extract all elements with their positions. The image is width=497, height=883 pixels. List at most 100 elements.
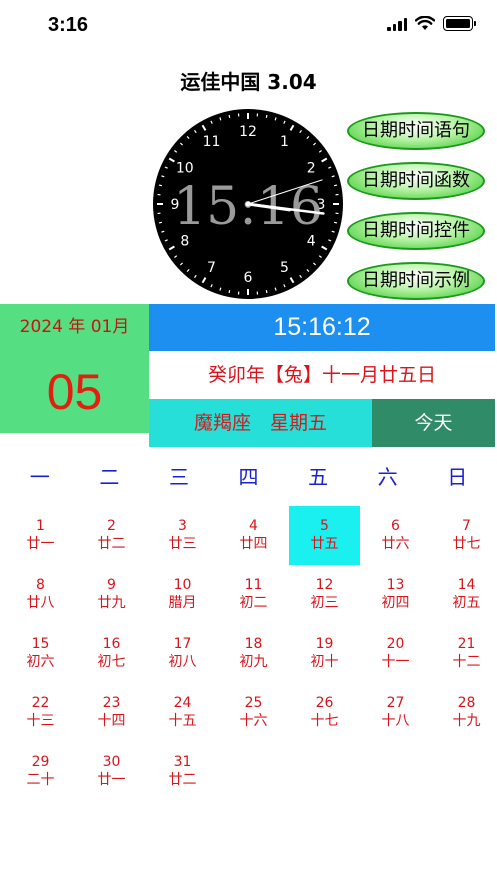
calendar-day[interactable]: 7 廿七 — [431, 506, 497, 565]
clock-center — [245, 201, 251, 207]
day-number-label: 5 — [320, 518, 329, 534]
lunar-day-label: 十八 — [381, 713, 410, 729]
calendar-day[interactable]: 4 廿四 — [218, 506, 289, 565]
day-number-label: 4 — [249, 518, 258, 534]
clock-numeral: 2 — [307, 161, 316, 177]
lunar-day-label: 廿二 — [97, 536, 126, 552]
clock-digital-time: 15:16 — [173, 177, 323, 237]
clock-numeral: 7 — [207, 260, 216, 276]
calendar-day[interactable]: 8 廿八 — [5, 565, 76, 624]
date-time-controls-button[interactable]: 日期时间控件 — [347, 212, 485, 250]
lunar-day-label: 初六 — [26, 654, 55, 670]
calendar-day[interactable]: 25 十六 — [218, 683, 289, 742]
calendar-week: 29 二十 30 廿一 31 廿二 — [5, 742, 497, 801]
calendar-day-selected[interactable]: 5 廿五 — [289, 506, 360, 565]
day-number-label: 1 — [36, 518, 45, 534]
day-number-label: 17 — [173, 636, 192, 652]
calendar-day[interactable]: 22 十三 — [5, 683, 76, 742]
weekday-label: 五 — [308, 465, 329, 489]
day-number-label: 15 — [31, 636, 50, 652]
day-number-label: 26 — [315, 695, 334, 711]
calendar-day[interactable]: 6 廿六 — [360, 506, 431, 565]
calendar-day[interactable]: 24 十五 — [147, 683, 218, 742]
calendar-day[interactable]: 10 腊月 — [147, 565, 218, 624]
lunar-day-label: 十七 — [310, 713, 339, 729]
lunar-day-label: 廿七 — [452, 536, 481, 552]
calendar-week: 8 廿八 9 廿九 10 腊月 11 初二 12 初三 13 初四 14 初五 — [5, 565, 497, 624]
date-time-examples-button[interactable]: 日期时间示例 — [347, 262, 485, 300]
calendar-day[interactable]: 30 廿一 — [76, 742, 147, 801]
lunar-day-label: 初八 — [168, 654, 197, 670]
day-number-label: 19 — [315, 636, 334, 652]
lunar-day-label: 十一 — [381, 654, 410, 670]
day-number-label: 29 — [31, 754, 50, 770]
calendar-day[interactable]: 20 十一 — [360, 624, 431, 683]
calendar-day[interactable]: 16 初七 — [76, 624, 147, 683]
day-number-label: 9 — [107, 577, 116, 593]
calendar-day[interactable]: 29 二十 — [5, 742, 76, 801]
weekday-label: 二 — [99, 465, 120, 489]
day-number-label: 11 — [244, 577, 263, 593]
calendar-day[interactable]: 18 初九 — [218, 624, 289, 683]
today-button[interactable]: 今天 — [372, 399, 495, 447]
day-number-label: 21 — [457, 636, 476, 652]
lunar-day-label: 初五 — [452, 595, 481, 611]
year-month-label: 2024 年 01月 — [0, 304, 149, 351]
date-time-statements-button[interactable]: 日期时间语句 — [347, 112, 485, 150]
lunar-day-label: 初四 — [381, 595, 410, 611]
calendar-day[interactable]: 21 十二 — [431, 624, 497, 683]
calendar-day[interactable]: 2 廿二 — [76, 506, 147, 565]
minute-tick — [158, 221, 163, 224]
minute-tick — [228, 114, 231, 119]
minute-tick — [265, 114, 268, 119]
day-number-label: 27 — [386, 695, 405, 711]
calendar-day[interactable]: 11 初二 — [218, 565, 289, 624]
weekday-label: 三 — [168, 465, 189, 489]
lunar-day-label: 十二 — [452, 654, 481, 670]
day-number-label: 25 — [244, 695, 263, 711]
calendar-day[interactable]: 31 廿二 — [147, 742, 218, 801]
minute-tick — [333, 221, 338, 224]
clock-numeral: 10 — [176, 161, 194, 177]
lunar-day-label: 初二 — [239, 595, 268, 611]
zodiac-weekday: 魔羯座 星期五 — [149, 399, 372, 447]
status-time: 3:16 — [48, 14, 89, 36]
current-time: 15:16:12 — [149, 304, 495, 351]
analog-clock: 121234567891011 15:16 — [153, 109, 343, 299]
calendar-day[interactable]: 13 初四 — [360, 565, 431, 624]
date-time-functions-button[interactable]: 日期时间函数 — [347, 162, 485, 200]
day-number-label: 8 — [36, 577, 45, 593]
lunar-day-label: 二十 — [26, 772, 55, 788]
calendar-day[interactable]: 9 廿九 — [76, 565, 147, 624]
calendar-week: 15 初六 16 初七 17 初八 18 初九 19 初十 20 十一 21 十二 — [5, 624, 497, 683]
calendar-day[interactable]: 19 初十 — [289, 624, 360, 683]
clock-numeral: 11 — [203, 134, 221, 150]
calendar-day[interactable]: 1 廿一 — [5, 506, 76, 565]
minute-tick — [265, 289, 268, 294]
calendar-day[interactable]: 17 初八 — [147, 624, 218, 683]
day-number-label: 22 — [31, 695, 50, 711]
lunar-day-label: 十九 — [452, 713, 481, 729]
calendar-day[interactable]: 23 十四 — [76, 683, 147, 742]
calendar-day[interactable]: 28 十九 — [431, 683, 497, 742]
calendar-day[interactable]: 14 初五 — [431, 565, 497, 624]
day-number-label: 14 — [457, 577, 476, 593]
status-icons — [387, 16, 476, 31]
lunar-day-label: 腊月 — [168, 595, 197, 611]
weekday-label: 日 — [447, 465, 468, 489]
calendar-day[interactable]: 27 十八 — [360, 683, 431, 742]
lunar-day-label: 初七 — [97, 654, 126, 670]
calendar-day[interactable]: 12 初三 — [289, 565, 360, 624]
calendar-day[interactable]: 26 十七 — [289, 683, 360, 742]
calendar-day[interactable]: 15 初六 — [5, 624, 76, 683]
weekday-header: 一 二 三 四 五 六 日 — [5, 462, 492, 492]
lunar-day-label: 十六 — [239, 713, 268, 729]
calendar-day[interactable]: 3 廿三 — [147, 506, 218, 565]
day-number-label: 7 — [462, 518, 471, 534]
clock-numeral: 1 — [280, 134, 289, 150]
lunar-day-label: 廿一 — [26, 536, 55, 552]
day-number-label: 24 — [173, 695, 192, 711]
status-bar: 3:16 — [0, 0, 497, 56]
lunar-day-label: 廿九 — [97, 595, 126, 611]
cellular-signal-icon — [387, 17, 407, 31]
